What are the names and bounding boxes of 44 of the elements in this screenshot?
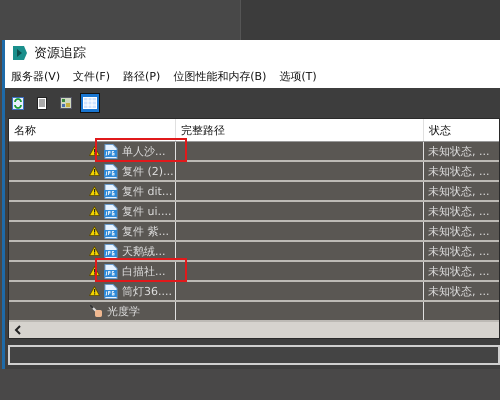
file-name: 光度学 bbox=[107, 304, 140, 318]
status-text: 未知状态, ... bbox=[427, 284, 490, 298]
app-icon bbox=[12, 44, 28, 60]
document-icon bbox=[37, 96, 47, 110]
refresh-icon bbox=[12, 96, 24, 110]
menu-item[interactable]: 文件(F) bbox=[73, 69, 110, 84]
status-text: 未知状态, ... bbox=[427, 224, 490, 238]
jpg-file-icon bbox=[104, 184, 118, 198]
file-name: 单人沙... bbox=[122, 144, 166, 158]
toolbar-table-button[interactable] bbox=[80, 93, 100, 113]
scroll-left-icon[interactable] bbox=[14, 325, 22, 335]
file-name: 复件 紫... bbox=[122, 224, 169, 238]
status-text: 未知状态, ... bbox=[427, 184, 490, 198]
jpg-file-icon bbox=[104, 144, 118, 158]
jpg-file-icon bbox=[104, 244, 118, 258]
file-name: 复件 (2)... bbox=[122, 164, 174, 178]
column-header[interactable]: 完整路径 bbox=[176, 119, 424, 141]
file-name: 白描社... bbox=[122, 264, 166, 278]
status-text: 未知状态, ... bbox=[427, 144, 490, 158]
jpg-file-icon bbox=[104, 264, 118, 278]
jpg-file-icon bbox=[104, 164, 118, 178]
jpg-file-icon bbox=[104, 204, 118, 218]
menu-item[interactable]: 路径(P) bbox=[123, 69, 160, 84]
menu-item[interactable]: 选项(T) bbox=[279, 69, 317, 84]
status-text: 未知状态, ... bbox=[427, 264, 490, 278]
lamp-icon bbox=[89, 304, 103, 318]
jpg-file-icon bbox=[104, 224, 118, 238]
menu-item[interactable]: 服务器(V) bbox=[11, 69, 60, 84]
column-header[interactable]: 状态 bbox=[424, 119, 499, 141]
horizontal-scrollbar[interactable] bbox=[9, 322, 499, 338]
file-name: 复件 ui.... bbox=[122, 204, 172, 218]
file-name: 复件 dit... bbox=[122, 184, 172, 198]
jpg-file-icon bbox=[104, 284, 118, 298]
menu-item[interactable]: 位图性能和内存(B) bbox=[173, 69, 266, 84]
status-text: 未知状态, ... bbox=[427, 244, 490, 258]
path-field[interactable] bbox=[8, 345, 500, 365]
status-text: 未知状态, ... bbox=[427, 204, 490, 218]
image-icon bbox=[60, 97, 72, 109]
window-title: 资源追踪 bbox=[34, 44, 86, 62]
status-text: 未知状态, ... bbox=[427, 164, 490, 178]
file-name: 天鹅绒... bbox=[122, 244, 166, 258]
file-name: 筒灯36.... bbox=[122, 284, 172, 298]
column-header[interactable]: 名称 bbox=[9, 119, 176, 141]
grid-icon bbox=[83, 97, 97, 109]
